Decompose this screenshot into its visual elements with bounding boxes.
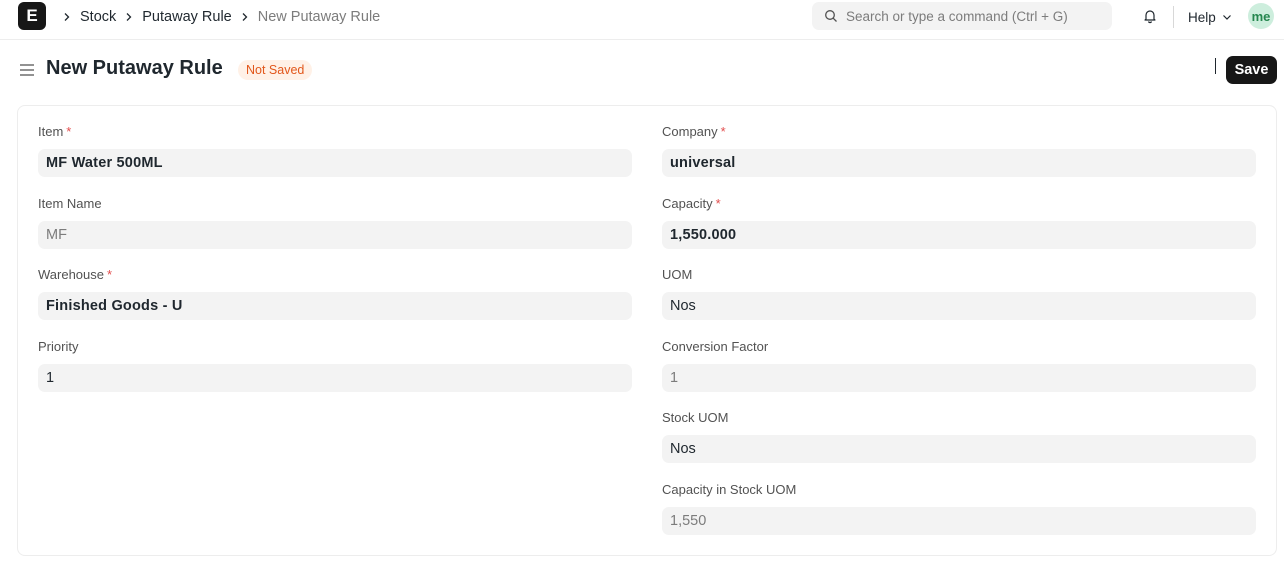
required-marker: * [720,124,726,139]
required-marker: * [107,267,113,282]
uom-input[interactable]: Nos [662,292,1256,320]
search-icon [824,9,838,23]
field-warehouse: Warehouse * Finished Goods - U [38,267,632,320]
page-title: New Putaway Rule [46,57,223,79]
breadcrumb-putaway-rule[interactable]: Putaway Rule [142,9,231,25]
navbar: E Stock Putaway Rule New Putaway Rule He… [0,0,1284,40]
save-button[interactable]: Save [1226,56,1277,84]
required-marker: * [715,196,721,211]
field-item-name: Item Name MF [38,196,632,249]
chevron-right-icon [124,12,134,22]
app-logo[interactable]: E [18,2,46,30]
field-label: Item Name [38,196,102,211]
breadcrumb-stock[interactable]: Stock [80,9,116,25]
field-item: Item * MF Water 500ML [38,124,632,177]
field-label: Company * [662,124,726,139]
search-bar[interactable] [812,2,1112,30]
field-label: Capacity * [662,196,721,211]
item-name-value: MF [38,221,632,249]
text-cursor [1215,58,1216,74]
field-label: Priority [38,339,79,354]
chevron-right-icon [240,12,250,22]
field-label: Capacity in Stock UOM [662,482,797,497]
stock-uom-input[interactable]: Nos [662,435,1256,463]
field-company: Company * universal [662,124,1256,177]
capacity-input[interactable]: 1,550.000 [662,221,1256,249]
field-label: Conversion Factor [662,339,769,354]
field-capacity: Capacity * 1,550.000 [662,196,1256,249]
warehouse-input[interactable]: Finished Goods - U [38,292,632,320]
company-input[interactable]: universal [662,149,1256,177]
form-card: Item * MF Water 500ML Item Name MF Wareho… [17,105,1277,556]
help-label: Help [1188,9,1216,25]
field-capacity-in-stock-uom: Capacity in Stock UOM 1,550 [662,482,1256,535]
field-stock-uom: Stock UOM Nos [662,410,1256,463]
navbar-divider [1173,6,1174,28]
chevron-down-icon [1222,12,1232,22]
user-avatar[interactable]: me [1248,3,1274,29]
status-badge: Not Saved [238,60,313,80]
required-marker: * [66,124,72,139]
item-input[interactable]: MF Water 500ML [38,149,632,177]
breadcrumb: Stock Putaway Rule New Putaway Rule [60,0,380,33]
field-uom: UOM Nos [662,267,1256,320]
breadcrumb-current: New Putaway Rule [257,8,381,25]
sidebar-toggle-icon[interactable] [19,62,35,78]
field-priority: Priority 1 [38,339,632,392]
field-label: Warehouse * [38,267,113,282]
search-input[interactable] [846,8,1106,24]
field-label: UOM [662,267,693,282]
chevron-right-icon [62,12,72,22]
priority-input[interactable]: 1 [38,364,632,392]
notification-bell-icon[interactable] [1140,6,1160,26]
field-label: Stock UOM [662,410,729,425]
capacity-in-stock-uom-value: 1,550 [662,507,1256,535]
field-conversion-factor: Conversion Factor 1 [662,339,1256,392]
conversion-factor-value: 1 [662,364,1256,392]
field-label: Item * [38,124,72,139]
help-dropdown[interactable]: Help [1188,6,1232,28]
